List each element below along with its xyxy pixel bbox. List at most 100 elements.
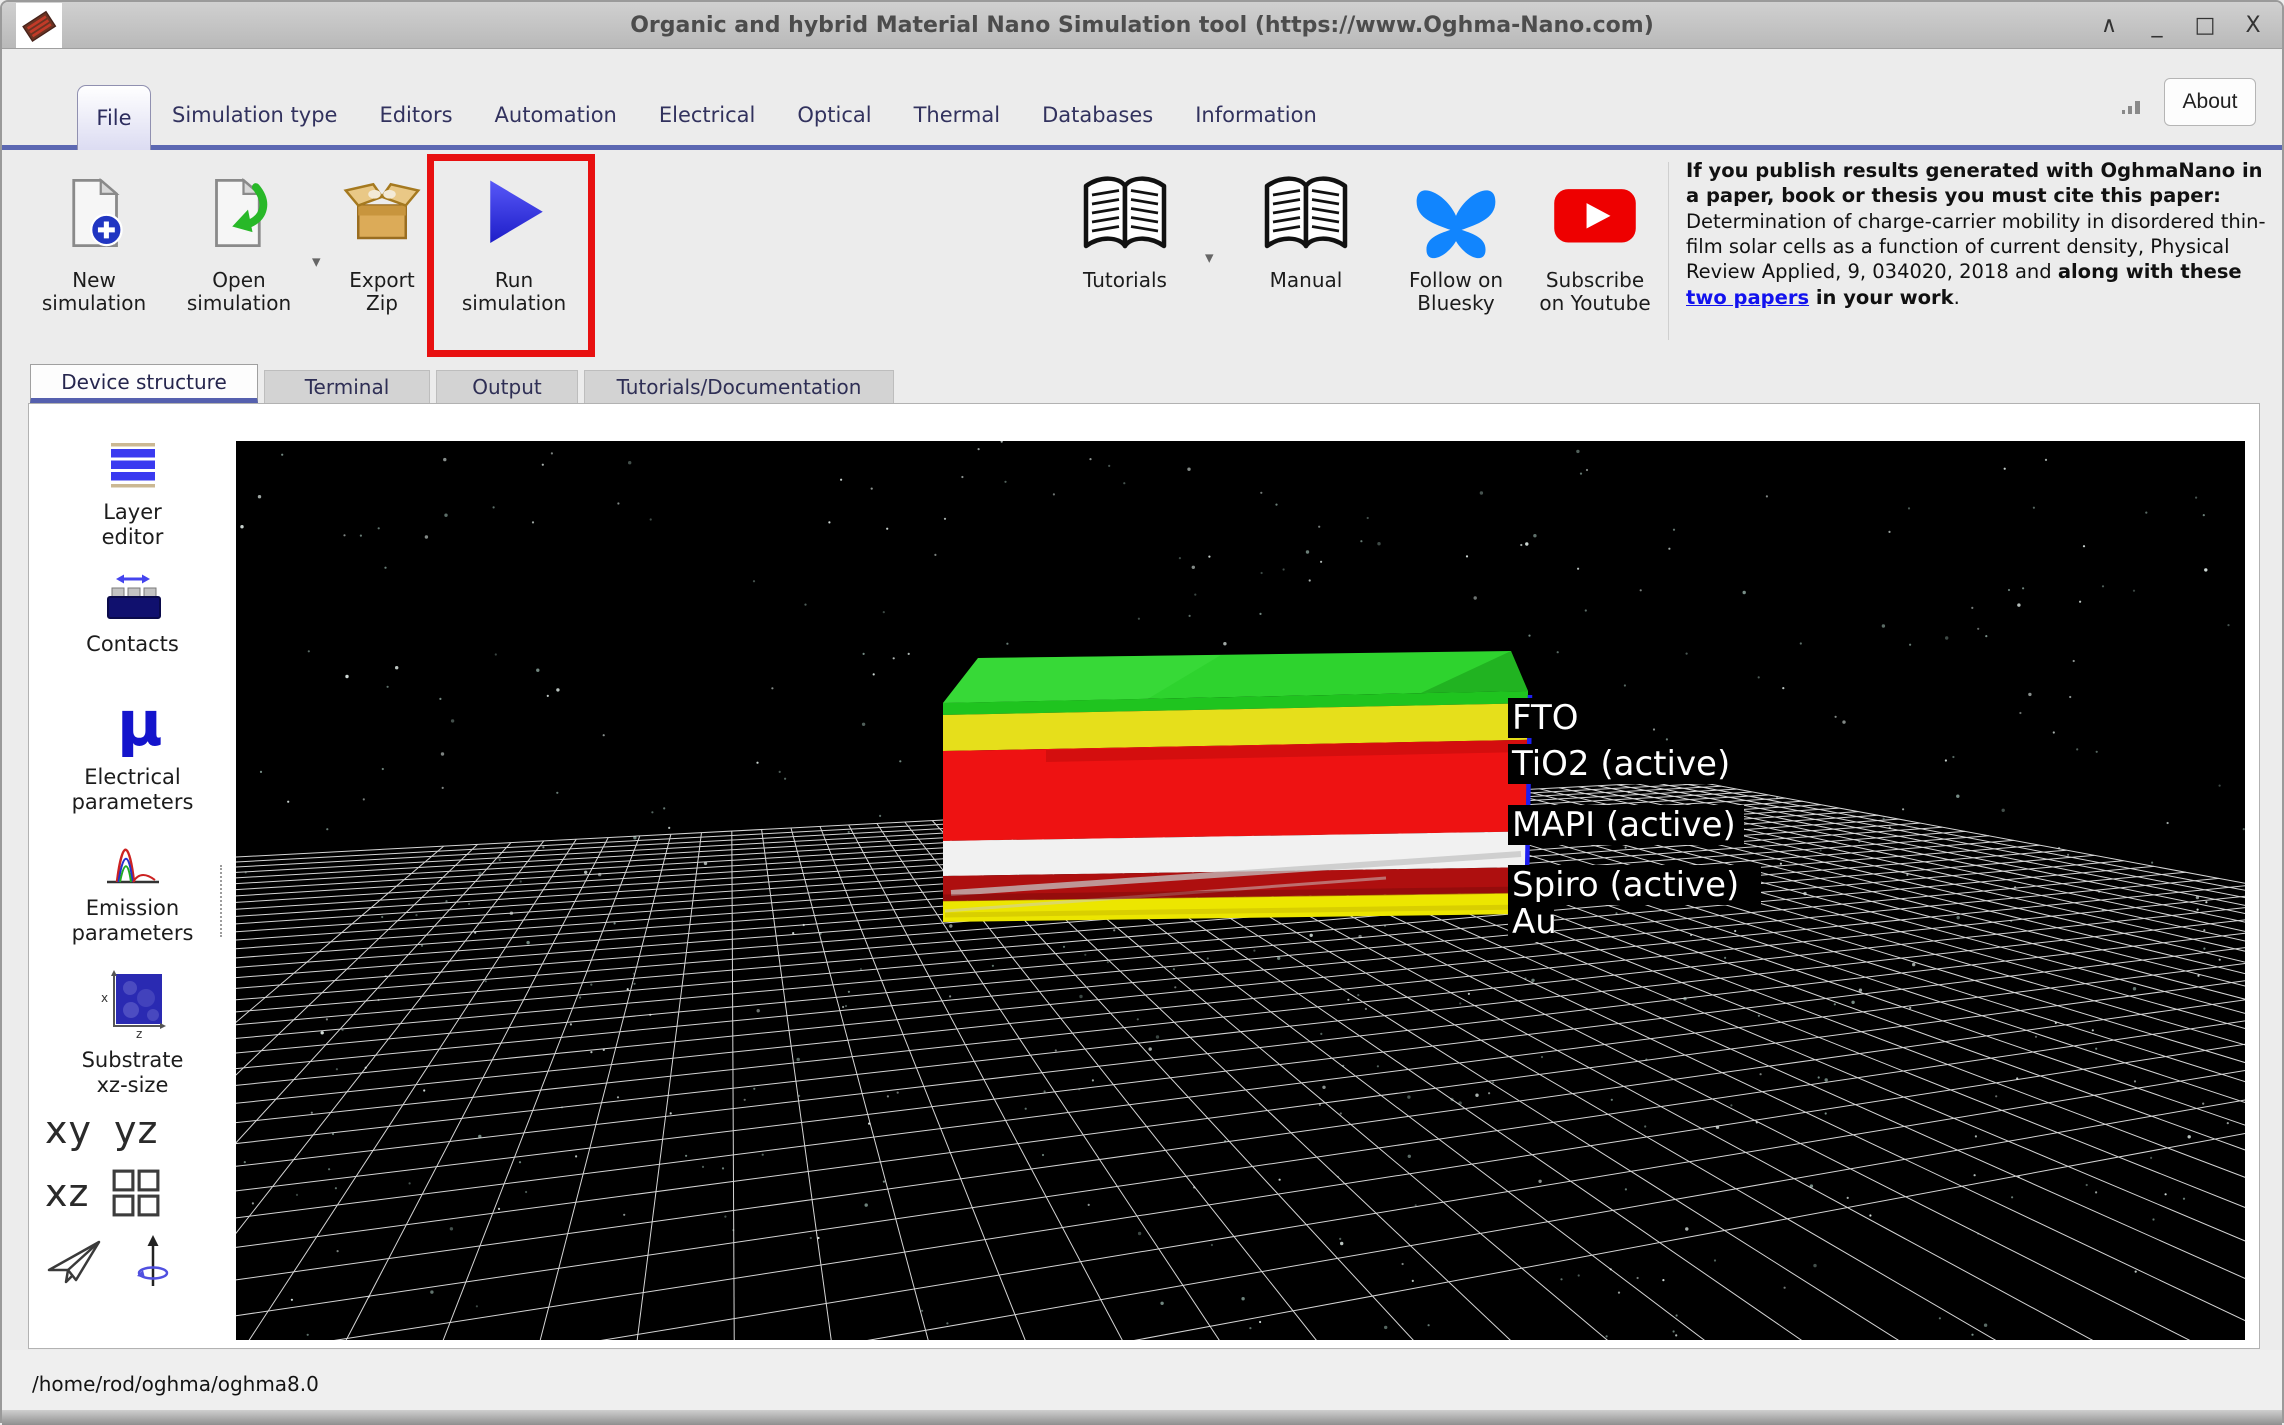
view-yz-button[interactable]: yz xyxy=(114,1108,158,1152)
panel-splitter[interactable] xyxy=(220,865,222,937)
view-buttons-row1: xy yz xyxy=(45,1108,158,1152)
run-simulation-label: Run xyxy=(439,269,589,292)
tutorials-dropdown-icon[interactable]: ▾ xyxy=(1205,248,1214,268)
layer-label-fto: FTO xyxy=(1512,698,1579,738)
layer-label-spiro-active: Spiro (active) xyxy=(1512,865,1739,905)
layer-editor-label: Layer xyxy=(29,500,236,525)
layer-editor-icon xyxy=(100,440,166,492)
four-pane-grid-icon[interactable] xyxy=(111,1168,161,1218)
sidebar-item-substrate-xz-size[interactable]: x z Substratexz-size xyxy=(29,970,236,1098)
manual-icon xyxy=(1227,157,1385,269)
tutorials-label: Tutorials xyxy=(1046,269,1204,292)
citation-bold-mid: along with these xyxy=(2058,260,2242,283)
new-simulation-button[interactable]: Newsimulation xyxy=(19,157,169,315)
oghma-nano-window: { "window": { "title": "Organic and hybr… xyxy=(0,0,2284,1423)
emission-spectrum-icon xyxy=(100,832,166,888)
sidebar-item-layer-editor[interactable]: Layereditor xyxy=(29,440,236,550)
view-tab-bar: Device structureTerminalOutputTutorials/… xyxy=(30,365,894,403)
substrate-xz-size-label2: xz-size xyxy=(29,1073,236,1098)
paper-plane-icon[interactable] xyxy=(45,1236,103,1286)
bluesky-butterfly-icon xyxy=(1378,157,1534,269)
tutorials-icon xyxy=(1046,157,1204,269)
layer-label-mapi-active: MAPI (active) xyxy=(1512,805,1736,845)
signal-strength-icon xyxy=(2120,94,2144,120)
menu-tab-file[interactable]: File xyxy=(77,85,151,150)
svg-text:x: x xyxy=(101,991,108,1005)
device-3d-viewport[interactable]: FTO TiO2 (active) MAPI (active) Spiro (acti… xyxy=(236,441,2245,1340)
layer-editor-label2: editor xyxy=(29,525,236,550)
window-title: Organic and hybrid Material Nano Simulat… xyxy=(2,2,2282,49)
sidebar-item-contacts[interactable]: Contacts xyxy=(29,572,236,657)
minimize-button[interactable]: _ xyxy=(2146,13,2168,38)
youtube-icon xyxy=(1517,157,1673,269)
open-simulation-label2: simulation xyxy=(164,292,314,315)
tab-output[interactable]: Output xyxy=(436,370,578,403)
menu-tab-file-label: File xyxy=(96,106,131,130)
follow-bluesky-button[interactable]: Follow onBluesky xyxy=(1378,157,1534,315)
substrate-xz-size-label: Substrate xyxy=(29,1048,236,1073)
layer-label-tio2-active: TiO2 (active) xyxy=(1511,744,1730,784)
menu-item-editors[interactable]: Editors xyxy=(379,103,452,127)
open-simulation-icon xyxy=(164,157,314,269)
device-3d-scene: FTO TiO2 (active) MAPI (active) Spiro (acti… xyxy=(236,441,2245,1340)
title-bar: Organic and hybrid Material Nano Simulat… xyxy=(2,2,2282,49)
open-simulation-button[interactable]: Opensimulation xyxy=(164,157,314,315)
export-zip-label: Export xyxy=(307,269,457,292)
export-zip-icon xyxy=(307,157,457,269)
ribbon-separator xyxy=(2,145,2282,150)
subscribe-youtube-label2: on Youtube xyxy=(1517,292,1673,315)
citation-text: If you publish results generated with Og… xyxy=(1686,158,2272,310)
subscribe-youtube-button[interactable]: Subscribeon Youtube xyxy=(1517,157,1673,315)
manual-label: Manual xyxy=(1227,269,1385,292)
close-button[interactable]: X xyxy=(2242,13,2264,38)
substrate-image-icon: x z xyxy=(98,970,168,1040)
menu-item-information[interactable]: Information xyxy=(1195,103,1317,127)
tab-device-structure[interactable]: Device structure xyxy=(30,364,258,403)
open-simulation-label: Open xyxy=(164,269,314,292)
export-zip-label2: Zip xyxy=(307,292,457,315)
new-simulation-label: New xyxy=(19,269,169,292)
status-bar: /home/rod/oghma/oghma8.0 xyxy=(2,1350,2282,1410)
menu-item-electrical[interactable]: Electrical xyxy=(659,103,756,127)
two-papers-link[interactable]: two papers xyxy=(1686,286,1809,309)
follow-bluesky-label2: Bluesky xyxy=(1378,292,1534,315)
view-buttons-row2: xz xyxy=(45,1168,161,1218)
working-directory-path: /home/rod/oghma/oghma8.0 xyxy=(32,1372,319,1396)
manual-button[interactable]: Manual xyxy=(1227,157,1385,292)
subscribe-youtube-label: Subscribe xyxy=(1517,269,1673,292)
menu-bar: Simulation type Editors Automation Electric… xyxy=(172,85,1317,145)
new-simulation-icon xyxy=(19,157,169,269)
shade-button[interactable]: ∧ xyxy=(2098,13,2120,38)
menu-item-optical[interactable]: Optical xyxy=(797,103,871,127)
maximize-button[interactable]: □ xyxy=(2194,13,2216,38)
emission-parameters-label2: parameters xyxy=(29,921,236,946)
about-button[interactable]: About xyxy=(2164,78,2256,126)
follow-bluesky-label: Follow on xyxy=(1378,269,1534,292)
contacts-icon xyxy=(100,572,166,624)
view-xy-button[interactable]: xy xyxy=(45,1108,92,1152)
menu-item-databases[interactable]: Databases xyxy=(1042,103,1153,127)
sidebar-item-emission-parameters[interactable]: Emissionparameters xyxy=(29,832,236,946)
sidebar-item-electrical-parameters[interactable]: μ Electricalparameters xyxy=(29,687,236,815)
citation-period: . xyxy=(1954,286,1960,309)
device-structure-3d xyxy=(943,651,1530,922)
run-simulation-button[interactable]: Runsimulation xyxy=(439,157,589,315)
tab-terminal[interactable]: Terminal xyxy=(264,370,430,403)
rotate-view-icon[interactable] xyxy=(133,1234,173,1288)
menu-item-simulation-type[interactable]: Simulation type xyxy=(172,103,337,127)
run-simulation-label2: simulation xyxy=(439,292,589,315)
citation-bold-end: in your work xyxy=(1809,286,1954,309)
window-controls: ∧ _ □ X xyxy=(2098,2,2264,49)
view-xz-button[interactable]: xz xyxy=(45,1171,89,1215)
toolbar-separator xyxy=(1668,162,1669,340)
menu-item-automation[interactable]: Automation xyxy=(495,103,617,127)
tab-tutorials-documentation[interactable]: Tutorials/Documentation xyxy=(584,370,894,403)
electrical-parameters-label2: parameters xyxy=(29,790,236,815)
device-sidebar: Layereditor Contacts μ Electricalparamet… xyxy=(29,404,236,1348)
new-simulation-label2: simulation xyxy=(19,292,169,315)
menu-item-thermal[interactable]: Thermal xyxy=(914,103,1000,127)
tutorials-button[interactable]: Tutorials xyxy=(1046,157,1204,292)
run-simulation-icon xyxy=(439,157,589,269)
emission-parameters-label: Emission xyxy=(29,896,236,921)
export-zip-button[interactable]: ExportZip xyxy=(307,157,457,315)
